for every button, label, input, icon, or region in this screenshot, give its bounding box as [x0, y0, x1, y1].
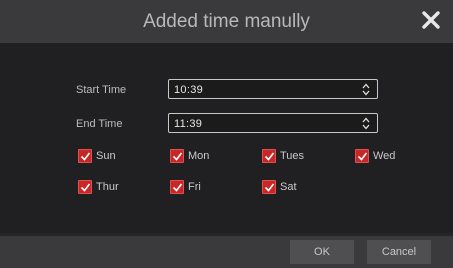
- day-label: Sat: [280, 181, 297, 193]
- checkbox-checked-icon: [78, 149, 92, 163]
- dialog-title: Added time manully: [143, 11, 310, 32]
- ok-button[interactable]: OK: [290, 240, 354, 264]
- dialog-body: Start Time 10:39 End Time 11:39 Sun Mon …: [0, 43, 453, 233]
- end-time-spinner-icon[interactable]: [361, 116, 371, 131]
- end-time-value: 11:39: [174, 118, 203, 130]
- start-time-input[interactable]: 10:39: [168, 79, 378, 99]
- checkbox-checked-icon: [262, 180, 276, 194]
- day-label: Thur: [96, 181, 119, 193]
- start-time-spinner-icon[interactable]: [361, 82, 371, 97]
- checkbox-checked-icon: [78, 180, 92, 194]
- checkbox-checked-icon: [355, 149, 369, 163]
- day-label: Fri: [188, 181, 201, 193]
- close-icon[interactable]: [419, 7, 443, 33]
- day-label: Mon: [188, 150, 210, 162]
- dialog-titlebar: Added time manully: [0, 0, 453, 43]
- end-time-input[interactable]: 11:39: [168, 113, 378, 133]
- cancel-button[interactable]: Cancel: [367, 240, 431, 264]
- checkbox-checked-icon: [170, 149, 184, 163]
- added-time-dialog: Added time manully Start Time 10:39 End …: [0, 0, 453, 268]
- checkbox-checked-icon: [170, 180, 184, 194]
- dialog-footer: OK Cancel: [0, 236, 453, 268]
- start-time-value: 10:39: [174, 84, 204, 96]
- day-label: Sun: [96, 150, 116, 162]
- day-label: Tues: [280, 150, 305, 162]
- start-time-label: Start Time: [76, 84, 127, 96]
- day-label: Wed: [373, 150, 396, 162]
- checkbox-checked-icon: [262, 149, 276, 163]
- end-time-label: End Time: [76, 118, 123, 130]
